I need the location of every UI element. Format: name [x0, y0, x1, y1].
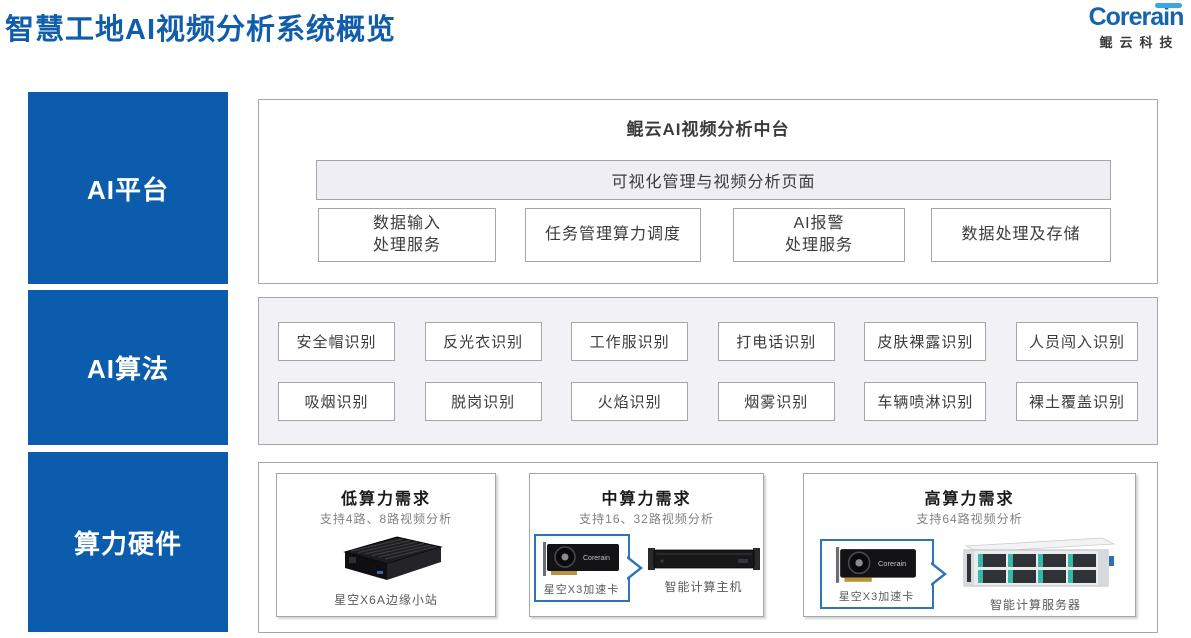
- slide-canvas: 智慧工地AI视频分析系统概览 Corerain 鲲云科技 AI平台 AI算法 算…: [0, 0, 1191, 638]
- sidebar-label: 算力硬件: [73, 528, 182, 559]
- box-line: 处理服务: [372, 237, 441, 254]
- hardware-card-mid: 中算力需求 支持16、32路视频分析 Corerain 星空X3加速卡 智能计算…: [529, 473, 764, 617]
- edge-box-device-image: [343, 536, 443, 580]
- box-line: AI报警: [793, 215, 845, 233]
- server-image: [963, 537, 1116, 587]
- sidebar-label: AI平台: [86, 174, 169, 205]
- host-device-figure: 智能计算主机: [647, 542, 760, 595]
- svg-text:Corerain: Corerain: [878, 559, 906, 568]
- arrow-right-icon: [626, 556, 643, 580]
- algorithm-box: 皮肤裸露识别: [864, 322, 987, 361]
- rack-server-image: [647, 547, 760, 570]
- hardware-card-title: 中算力需求: [601, 491, 692, 508]
- logo-brand-text: Corerain: [1089, 3, 1184, 30]
- algorithm-box: 裸土覆盖识别: [1015, 382, 1138, 421]
- algorithms-row-1: 安全帽识别 反光衣识别 工作服识别 打电话识别 皮肤裸露识别 人员闯入识别: [278, 322, 1138, 361]
- accelerator-callout-box: Corerain 星空X3加速卡: [533, 534, 643, 602]
- edge-device-figure: 星空X6A边缘小站: [277, 530, 495, 608]
- sidebar-item-compute-hardware: 算力硬件: [28, 452, 228, 632]
- platform-box-data-input: 数据输入 处理服务: [318, 208, 496, 262]
- platform-box-ai-alarm: AI报警 处理服务: [733, 208, 905, 262]
- accelerator-card-image: Corerain: [835, 546, 916, 583]
- accelerator-callout-box: Corerain 星空X3加速卡: [819, 538, 947, 609]
- platform-box-task-scheduling: 任务管理算力调度: [525, 208, 701, 262]
- host-device-figure: 智能计算服务器: [952, 534, 1120, 613]
- algorithm-box: 安全帽识别: [278, 322, 395, 361]
- device-label: 智能计算服务器: [989, 598, 1081, 612]
- compute-hardware-panel: 低算力需求 支持4路、8路视频分析 星空X6A边缘小站 中算力需求 支持16、3…: [258, 462, 1158, 633]
- hardware-card-title: 低算力需求: [340, 491, 431, 508]
- box-line: 任务管理算力调度: [544, 226, 681, 244]
- box-line: 数据输入: [372, 215, 441, 233]
- box-line: 数据处理及存储: [961, 226, 1081, 244]
- device-label: 星空X6A边缘小站: [334, 593, 438, 607]
- arrow-right-icon: [930, 561, 947, 586]
- algorithms-grid: 安全帽识别 反光衣识别 工作服识别 打电话识别 皮肤裸露识别 人员闯入识别 吸烟…: [259, 298, 1157, 444]
- algorithm-box: 人员闯入识别: [1015, 322, 1138, 361]
- algorithm-box: 反光衣识别: [424, 322, 542, 361]
- svg-text:Corerain: Corerain: [583, 555, 610, 562]
- hardware-card-low: 低算力需求 支持4路、8路视频分析 星空X6A边缘小站: [276, 473, 496, 617]
- hardware-card-title: 高算力需求: [924, 491, 1015, 508]
- device-label: 星空X3加速卡: [838, 590, 915, 603]
- sidebar-label: AI算法: [86, 354, 169, 384]
- ai-platform-panel: 鲲云AI视频分析中台 可视化管理与视频分析页面 数据输入 处理服务 任务管理算力…: [258, 99, 1158, 284]
- algorithm-box: 脱岗识别: [424, 382, 542, 421]
- logo-accent-bar-icon: [1155, 3, 1183, 8]
- hardware-card-subtitle: 支持4路、8路视频分析: [319, 512, 453, 526]
- page-title: 智慧工地AI视频分析系统概览: [5, 14, 397, 46]
- algorithms-row-2: 吸烟识别 脱岗识别 火焰识别 烟雾识别 车辆喷淋识别 裸土覆盖识别: [278, 382, 1138, 421]
- algorithm-box: 车辆喷淋识别: [864, 382, 987, 421]
- device-label: 星空X3加速卡: [543, 584, 620, 596]
- hardware-card-subtitle: 支持64路视频分析: [916, 512, 1023, 526]
- algorithm-box: 火焰识别: [571, 382, 689, 421]
- device-group: Corerain 星空X3加速卡: [804, 534, 1135, 613]
- sidebar-item-ai-platform: AI平台: [28, 92, 228, 284]
- platform-box-data-storage: 数据处理及存储: [931, 208, 1111, 262]
- algorithm-box: 吸烟识别: [278, 382, 395, 421]
- hardware-card-subtitle: 支持16、32路视频分析: [579, 512, 714, 526]
- platform-banner: 可视化管理与视频分析页面: [316, 160, 1111, 200]
- algorithm-box: 烟雾识别: [717, 382, 835, 421]
- ai-algorithms-panel: 安全帽识别 反光衣识别 工作服识别 打电话识别 皮肤裸露识别 人员闯入识别 吸烟…: [258, 297, 1158, 445]
- algorithm-box: 工作服识别: [571, 322, 689, 361]
- sidebar-item-ai-algorithms: AI算法: [28, 290, 228, 445]
- corerain-logo: Corerain 鲲云科技: [1088, 3, 1184, 51]
- box-line: 处理服务: [784, 237, 853, 254]
- accelerator-card-image: Corerain: [542, 542, 619, 576]
- device-label: 智能计算主机: [664, 579, 743, 594]
- logo-company-name: 鲲云科技: [1099, 35, 1180, 50]
- platform-title: 鲲云AI视频分析中台: [626, 120, 790, 139]
- algorithm-box: 打电话识别: [717, 322, 835, 361]
- device-group: Corerain 星空X3加速卡: [530, 534, 763, 602]
- hardware-card-high: 高算力需求 支持64路视频分析 Corerain 星空X3加速卡 智能计算服务器: [803, 473, 1136, 617]
